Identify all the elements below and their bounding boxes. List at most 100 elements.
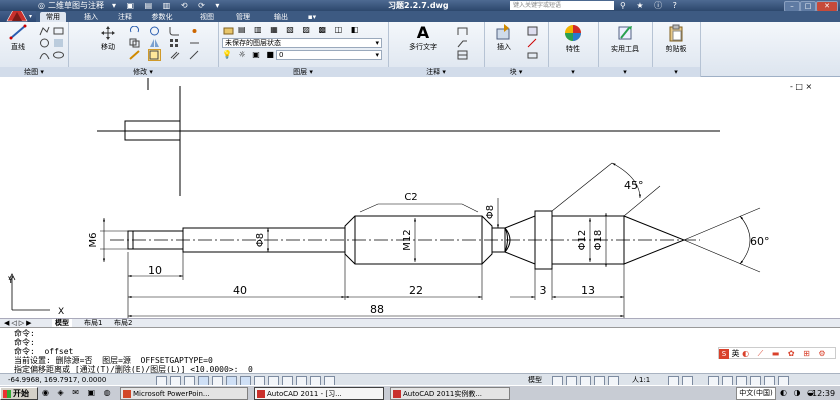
tab-annotate[interactable]: 注释 bbox=[112, 12, 138, 22]
utilities-icon bbox=[618, 26, 632, 40]
draw-panel: 直线 绘图 ▾ bbox=[0, 22, 69, 77]
dim-len-22: 22 bbox=[409, 284, 423, 297]
command-history-line: 当前设置: 删除源=否 图层=源 OFFSETGAPTYPE=0 bbox=[14, 356, 213, 365]
dim-angle-60: 60° bbox=[750, 235, 770, 248]
command-history-line: 命令: offset bbox=[14, 347, 74, 356]
annotation-panel: A 多行文字 注释 ▾ bbox=[388, 22, 485, 77]
multiline-text-button[interactable]: A 多行文字 bbox=[394, 24, 452, 52]
erase-icon[interactable] bbox=[188, 49, 201, 61]
tab-output[interactable]: 输出 bbox=[268, 12, 294, 22]
drawing-svg[interactable]: - □ × M6 Φ8 M12 C2 Φ8 Φ12 Φ18 45° 60° 10… bbox=[0, 78, 840, 318]
properties-expand[interactable]: ▾ bbox=[548, 67, 598, 77]
line-icon bbox=[9, 24, 27, 40]
arc-icon[interactable] bbox=[38, 49, 51, 61]
stretch-icon[interactable] bbox=[128, 49, 141, 61]
clipboard-label: 剪贴板 bbox=[665, 45, 687, 53]
command-history-line: 命令: bbox=[14, 338, 35, 347]
input-language-indicator[interactable]: 中文(中国) bbox=[736, 387, 776, 400]
trim-icon[interactable] bbox=[148, 25, 161, 37]
taskbar-item-document[interactable]: AutoCAD 2011实例教... bbox=[390, 387, 510, 400]
search-input[interactable]: 键入关键字或短语 bbox=[510, 1, 614, 10]
utilities-panel: 实用工具 ▾ bbox=[598, 22, 653, 77]
layers-panel-label[interactable]: 图层 ▾ bbox=[218, 67, 388, 77]
block-attribute-icon[interactable] bbox=[526, 49, 539, 61]
ribbon-options-button[interactable]: ▪▾ bbox=[302, 12, 322, 22]
layer-state-dropdown[interactable]: 未保存的图层状态 ▾ bbox=[222, 38, 382, 48]
ime-toolbar[interactable]: S 英 ◐ ⟋ ▬ ✿ ⊞ ⚙ bbox=[718, 347, 836, 359]
insert-block-button[interactable]: 插入 bbox=[486, 24, 522, 52]
polyline-icon[interactable] bbox=[38, 25, 51, 37]
leader-icon[interactable] bbox=[456, 37, 469, 49]
clipboard-expand[interactable]: ▾ bbox=[652, 67, 700, 77]
hatch-icon[interactable] bbox=[52, 37, 65, 49]
utilities-expand[interactable]: ▾ bbox=[598, 67, 652, 77]
tab-home[interactable]: 常用 bbox=[40, 12, 66, 22]
tab-insert[interactable]: 插入 bbox=[78, 12, 104, 22]
ribbon-tabs: 常用 插入 注释 参数化 视图 管理 输出 ▪▾ bbox=[36, 11, 840, 22]
properties-button[interactable]: 特性 bbox=[552, 24, 594, 54]
drawing-canvas[interactable]: - □ × M6 Φ8 M12 C2 Φ8 Φ12 Φ18 45° 60° 10… bbox=[0, 78, 840, 318]
table-icon[interactable] bbox=[456, 49, 469, 61]
line-label: 直线 bbox=[11, 43, 25, 51]
linear-dimension-icon[interactable] bbox=[456, 25, 469, 37]
draw-panel-label[interactable]: 绘图 ▾ bbox=[0, 67, 68, 77]
move-label: 移动 bbox=[101, 43, 115, 51]
drawing-filename: 习题2.2.7.dwg bbox=[388, 1, 449, 10]
move-button[interactable]: 移动 bbox=[94, 26, 122, 52]
taskbar: 开始 ◉ ◈ ✉ ▣ ◍ Microsoft PowerPoin... Auto… bbox=[0, 385, 840, 400]
quick-launch-icons[interactable]: ◉ ◈ ✉ ▣ ◍ bbox=[42, 388, 114, 397]
current-layer-dropdown[interactable]: 0 ▾ bbox=[276, 50, 382, 60]
taskbar-item-autocad[interactable]: AutoCAD 2011 - [习... bbox=[254, 387, 384, 400]
powerpoint-icon bbox=[123, 390, 131, 398]
layer-properties-icon[interactable] bbox=[222, 25, 235, 37]
command-window[interactable]: 命令: 命令: 命令: offset 当前设置: 删除源=否 图层=源 OFFS… bbox=[0, 327, 840, 374]
status-bar: -64.9968, 169.7917, 0.0000 模型 人1:1 bbox=[0, 373, 840, 386]
create-block-icon[interactable] bbox=[526, 25, 539, 37]
layout-tabs: ◀◁▷▶ 模型 布局1 布局2 bbox=[0, 318, 840, 328]
start-button[interactable]: 开始 bbox=[0, 387, 38, 400]
dim-len-88: 88 bbox=[370, 303, 384, 316]
layers-panel: 未保存的图层状态 ▾ 💡 ☼ ▣ ■ 0 ▾ ▤ ▥ ▦ ▧ ▨ ▩ ◫ ◧ 图层 … bbox=[218, 22, 389, 77]
text-icon: A bbox=[416, 23, 430, 42]
properties-label: 特性 bbox=[566, 45, 580, 53]
block-panel: 插入 块 ▾ bbox=[484, 22, 549, 77]
layer-control-icons[interactable]: 💡 ☼ ▣ ■ bbox=[222, 50, 276, 59]
dim-len-10: 10 bbox=[148, 264, 162, 277]
dim-d8-top: Φ8 bbox=[485, 205, 496, 219]
annotation-panel-label[interactable]: 注释 ▾ bbox=[388, 67, 484, 77]
tab-manage[interactable]: 管理 bbox=[230, 12, 256, 22]
rectangle-icon[interactable] bbox=[52, 25, 65, 37]
circle-icon[interactable] bbox=[38, 37, 51, 49]
tray-icons[interactable]: ◐ ◑ ◒ bbox=[780, 388, 816, 397]
extend-icon[interactable] bbox=[188, 37, 201, 49]
workspace-dropdown[interactable]: 二维草图与注释 bbox=[48, 0, 104, 11]
ellipse-icon[interactable] bbox=[52, 49, 65, 61]
ime-mode-label: 英 bbox=[731, 349, 740, 358]
rotate-icon[interactable] bbox=[128, 25, 141, 37]
mirror-icon[interactable] bbox=[148, 37, 161, 49]
tab-view[interactable]: 视图 bbox=[194, 12, 220, 22]
explode-icon[interactable] bbox=[188, 25, 201, 37]
copy-icon[interactable] bbox=[128, 37, 141, 49]
scale-icon[interactable] bbox=[148, 49, 161, 61]
quick-access-toolbar[interactable]: ▾ ▣ ▤ ▥ ⟲ ⟳ ▾ bbox=[112, 0, 223, 11]
array-icon[interactable] bbox=[168, 37, 181, 49]
utilities-button[interactable]: 实用工具 bbox=[602, 24, 648, 54]
block-panel-label[interactable]: 块 ▾ bbox=[484, 67, 548, 77]
taskbar-item-powerpoint[interactable]: Microsoft PowerPoin... bbox=[120, 387, 248, 400]
line-button[interactable]: 直线 bbox=[4, 24, 32, 52]
search-tools-icons[interactable]: ⚲ ★ ⓘ ? bbox=[620, 0, 681, 11]
fillet-icon[interactable] bbox=[168, 25, 181, 37]
clipboard-button[interactable]: 剪贴板 bbox=[656, 24, 696, 54]
command-history-line: 命令: bbox=[14, 329, 35, 338]
offset-icon[interactable] bbox=[168, 49, 181, 61]
clipboard-panel: 剪贴板 ▾ bbox=[652, 22, 701, 77]
tab-parametric[interactable]: 参数化 bbox=[144, 12, 180, 22]
quick-access-icon[interactable]: ◎ bbox=[38, 0, 45, 11]
dim-c2: C2 bbox=[404, 192, 417, 203]
modify-panel-label[interactable]: 修改 ▾ bbox=[68, 67, 218, 77]
ucs-y-label: Y bbox=[7, 276, 14, 286]
edit-block-icon[interactable] bbox=[526, 37, 539, 49]
utilities-label: 实用工具 bbox=[611, 45, 639, 53]
layer-tools-icons[interactable]: ▤ ▥ ▦ ▧ ▨ ▩ ◫ ◧ bbox=[238, 25, 361, 34]
